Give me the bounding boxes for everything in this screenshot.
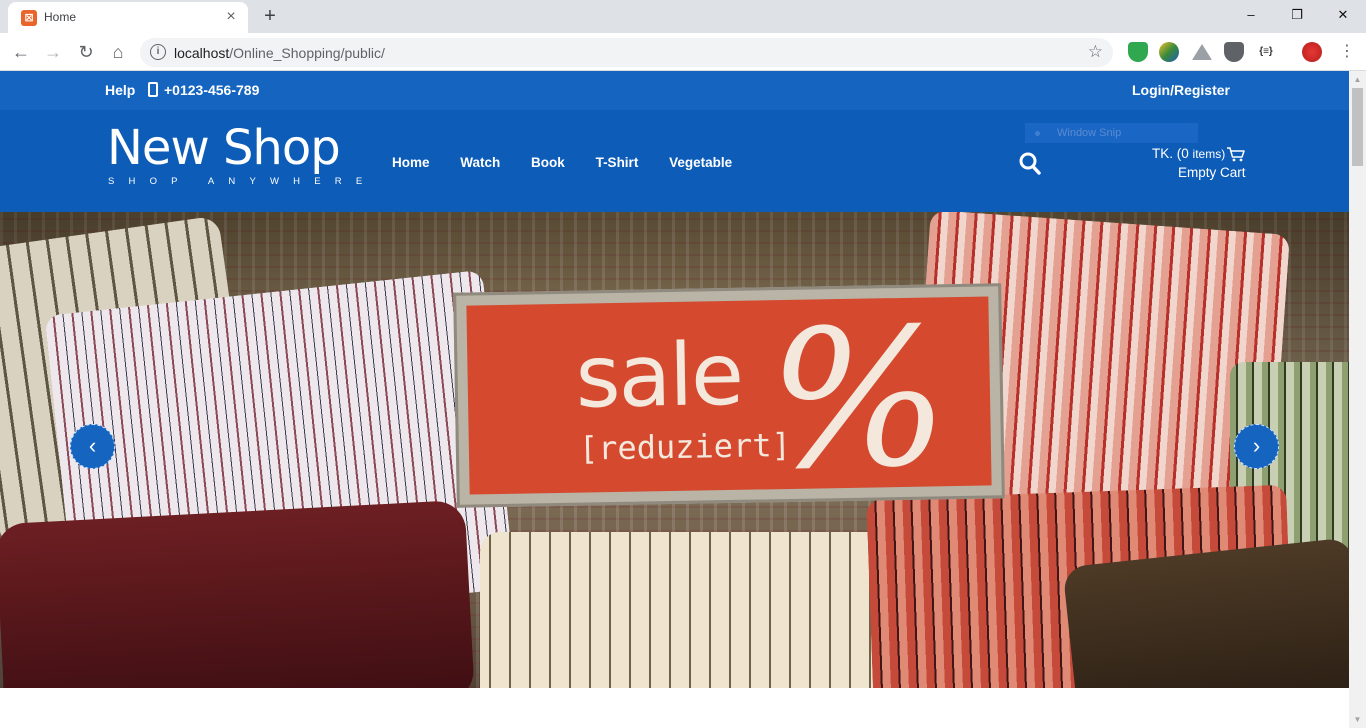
window-close-icon[interactable]: ✕ [1320, 0, 1366, 30]
menu-item-vegetable[interactable]: Vegetable [669, 155, 732, 170]
scroll-up-icon[interactable]: ▲ [1349, 71, 1366, 88]
login-register-link[interactable]: Login/Register [1132, 82, 1230, 98]
forward-icon[interactable]: → [40, 39, 66, 65]
tab-home[interactable]: ⊠ Home × [8, 2, 248, 33]
overlay-dot [1035, 131, 1040, 136]
chevron-right-icon: › [1252, 433, 1261, 458]
info-icon[interactable]: i [150, 44, 166, 60]
reload-icon[interactable]: ↻ [73, 39, 99, 65]
globe-extension-icon[interactable] [1159, 42, 1179, 62]
cart-status[interactable]: Empty Cart [1178, 165, 1246, 180]
cart-icon[interactable] [1226, 146, 1246, 162]
tab-bar: ⊠ Home × + – ❐ ✕ [0, 0, 1366, 33]
cart-items-word: items) [1192, 147, 1226, 161]
browser-toolbar: ← → ↻ ⌂ i localhost/Online_Shopping/publ… [0, 33, 1366, 71]
web-page: Help +0123-456-789 Login/Register New Sh… [0, 71, 1349, 728]
shirt-stack-maroon [0, 499, 475, 688]
privacy-extension-icon[interactable] [1224, 42, 1244, 62]
cart-total[interactable]: TK. (0 items) [1152, 146, 1225, 161]
home-icon[interactable]: ⌂ [105, 39, 131, 65]
restore-icon[interactable]: ❐ [1274, 0, 1320, 30]
chevron-left-icon: ‹ [88, 433, 97, 458]
menu-item-watch[interactable]: Watch [460, 155, 500, 170]
hero-slider: sale % [reduziert] ‹ › [0, 212, 1349, 688]
menu-kebab-icon[interactable]: ⋮ [1334, 39, 1360, 65]
star-icon[interactable]: ☆ [1088, 42, 1103, 62]
scroll-down-icon[interactable]: ▼ [1349, 711, 1366, 728]
sale-sign-word: sale [574, 324, 743, 428]
drive-extension-icon[interactable] [1192, 44, 1212, 60]
sale-sign-percent: % [766, 287, 951, 512]
json-extension-icon[interactable]: {≡} [1256, 42, 1276, 62]
menu-item-book[interactable]: Book [531, 155, 565, 170]
url-path: /Online_Shopping/public/ [229, 45, 385, 61]
logo-tagline: SHOP ANYWHERE [108, 176, 377, 187]
site-header: New Shop SHOP ANYWHERE Home Watch Book T… [0, 110, 1349, 212]
overlay-text: Window Snip [1057, 127, 1122, 139]
phone-icon [148, 82, 158, 97]
search-icon[interactable] [1019, 152, 1041, 176]
help-link[interactable]: Help [105, 82, 135, 98]
url-host: localhost [174, 45, 230, 61]
menu-item-home[interactable]: Home [392, 155, 430, 170]
cart-total-prefix: TK. (0 [1152, 146, 1189, 161]
slider-next-button[interactable]: › [1234, 424, 1279, 469]
slider-prev-button[interactable]: ‹ [70, 424, 115, 469]
plus-icon[interactable]: + [258, 4, 282, 28]
tab-title: Home [44, 10, 77, 24]
phone-number: +0123-456-789 [164, 82, 260, 98]
menu-item-tshirt[interactable]: T-Shirt [596, 155, 639, 170]
window-snip-overlay: Window Snip [1025, 123, 1198, 143]
main-menu: Home Watch Book T-Shirt Vegetable [392, 155, 759, 170]
top-bar: Help +0123-456-789 Login/Register [0, 71, 1349, 110]
shield-extension-icon[interactable] [1128, 42, 1148, 62]
sale-sign: sale % [reduziert] [453, 283, 1005, 511]
close-icon[interactable]: × [222, 8, 240, 26]
url-text[interactable]: localhost/Online_Shopping/public/ [174, 45, 385, 61]
sale-sign-panel: sale % [reduziert] [466, 287, 992, 511]
sale-sign-subtext: [reduziert] [578, 425, 792, 468]
scroll-thumb[interactable] [1352, 88, 1363, 166]
profile-avatar-icon[interactable] [1302, 42, 1322, 62]
back-icon[interactable]: ← [8, 39, 34, 65]
page-scrollbar[interactable]: ▲ ▼ [1349, 71, 1366, 728]
minimize-icon[interactable]: – [1228, 0, 1274, 30]
tab-favicon-icon: ⊠ [21, 10, 37, 26]
address-bar[interactable]: i localhost/Online_Shopping/public/ ☆ [140, 38, 1113, 67]
logo-title[interactable]: New Shop [107, 122, 341, 175]
